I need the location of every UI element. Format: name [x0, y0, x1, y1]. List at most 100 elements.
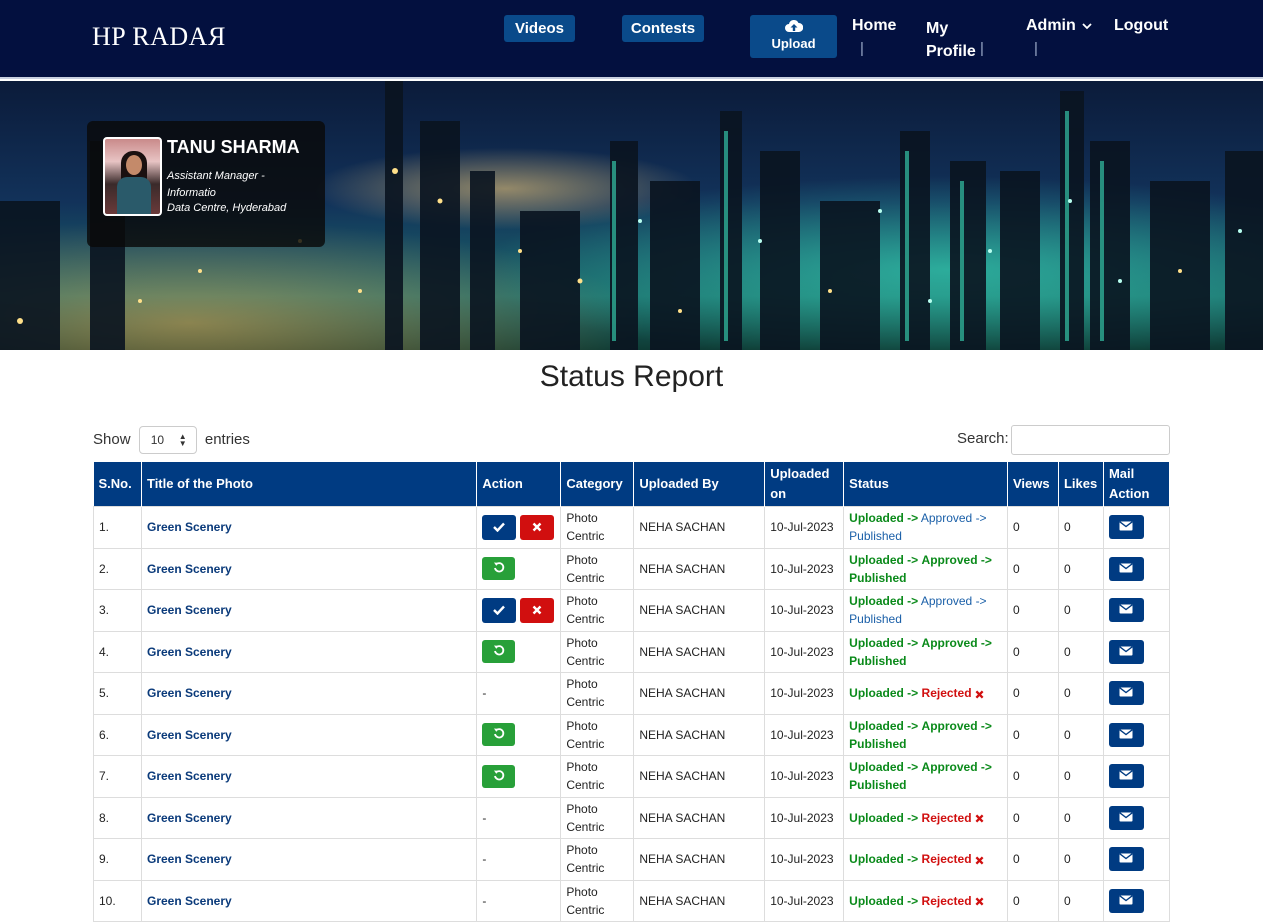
- header-mail-action[interactable]: Mail Action: [1103, 462, 1171, 507]
- revert-button[interactable]: [482, 764, 516, 788]
- search-input[interactable]: [1011, 425, 1170, 455]
- status-uploaded: Uploaded ->: [849, 686, 919, 701]
- envelope-icon: [1119, 561, 1134, 576]
- reject-button[interactable]: [519, 514, 554, 540]
- cell-mail-action: [1102, 506, 1171, 549]
- cell-sno: 10.: [93, 879, 142, 922]
- cell-sno: 8.: [93, 796, 142, 839]
- cell-status: Uploaded -> Approved -> Published: [843, 630, 1008, 673]
- check-icon: [493, 520, 506, 535]
- cell-uploaded-on: 10-Jul-2023: [764, 589, 845, 632]
- status-published: Published: [849, 529, 902, 544]
- times-icon: [975, 852, 984, 866]
- revert-button[interactable]: [482, 640, 516, 664]
- mail-button[interactable]: [1108, 847, 1144, 872]
- envelope-icon: [1119, 602, 1134, 617]
- profile-role: Assistant Manager - Informatio: [167, 170, 265, 199]
- admin-dropdown[interactable]: Admin: [1026, 17, 1092, 35]
- header-views[interactable]: Views: [1007, 462, 1059, 507]
- entries-select[interactable]: 10 ▲ ▼: [138, 426, 197, 455]
- mail-button[interactable]: [1108, 805, 1144, 830]
- photo-title-link[interactable]: Green Scenery: [147, 852, 232, 866]
- chevron-down-icon: [1082, 23, 1092, 30]
- revert-button[interactable]: [482, 557, 516, 581]
- cell-title: Green Scenery: [140, 755, 478, 798]
- my-profile-link[interactable]: My Profile: [926, 17, 978, 63]
- check-icon: [493, 603, 506, 618]
- cell-uploaded-on: 10-Jul-2023: [764, 672, 845, 715]
- mail-button[interactable]: [1108, 681, 1144, 706]
- mail-button[interactable]: [1108, 515, 1144, 540]
- table-row: 7. Green Scenery Photo Centric NEHA SACHAN 1…: [93, 755, 1171, 798]
- header-likes[interactable]: Likes: [1058, 462, 1104, 507]
- envelope-icon: [1119, 810, 1134, 825]
- cell-action: -: [476, 838, 562, 881]
- cell-views: 0: [1006, 506, 1059, 549]
- photo-title-link[interactable]: Green Scenery: [147, 603, 232, 617]
- banner-image: TANU SHARMA Assistant Manager - Informat…: [0, 81, 1263, 350]
- photo-title-link[interactable]: Green Scenery: [147, 728, 232, 742]
- mail-button[interactable]: [1108, 598, 1144, 623]
- cell-uploaded-by: NEHA SACHAN: [633, 630, 766, 673]
- status-approved: Approved ->: [921, 718, 992, 733]
- header-title[interactable]: Title of the Photo: [141, 462, 478, 507]
- approve-button[interactable]: [482, 597, 517, 623]
- header-status[interactable]: Status: [843, 462, 1008, 507]
- admin-label: Admin: [1026, 17, 1076, 34]
- search-label: Search:: [957, 430, 1009, 447]
- header-uploaded-on[interactable]: Uploaded on: [764, 462, 845, 507]
- cell-action: -: [476, 672, 562, 715]
- status-rejected: Rejected: [921, 810, 972, 825]
- revert-button[interactable]: [482, 723, 516, 747]
- cell-uploaded-by: NEHA SACHAN: [633, 672, 766, 715]
- photo-title-link[interactable]: Green Scenery: [147, 686, 232, 700]
- avatar[interactable]: [103, 137, 162, 216]
- cell-title: Green Scenery: [140, 506, 478, 549]
- photo-title-link[interactable]: Green Scenery: [147, 894, 232, 908]
- logout-link[interactable]: Logout: [1114, 17, 1168, 35]
- cell-likes: 0: [1057, 755, 1104, 798]
- videos-button[interactable]: Videos: [504, 15, 575, 42]
- photo-title-link[interactable]: Green Scenery: [147, 645, 232, 659]
- cell-mail-action: [1102, 672, 1171, 715]
- cell-status: Uploaded -> Approved -> Published: [843, 589, 1008, 632]
- contests-button[interactable]: Contests: [622, 15, 704, 42]
- no-action-text: -: [482, 893, 487, 908]
- status-published: Published: [849, 653, 907, 668]
- envelope-icon: [1119, 644, 1134, 659]
- times-icon: [975, 811, 984, 825]
- photo-title-link[interactable]: Green Scenery: [147, 811, 232, 825]
- header-action[interactable]: Action: [476, 462, 562, 507]
- mail-button[interactable]: [1108, 556, 1144, 581]
- my-profile-label: My Profile: [926, 20, 976, 60]
- upload-button[interactable]: Upload: [750, 15, 837, 58]
- cell-likes: 0: [1057, 547, 1104, 590]
- cell-mail-action: [1102, 547, 1171, 590]
- cell-category: Photo Centric: [560, 796, 635, 839]
- home-link[interactable]: Home: [852, 17, 896, 35]
- status-approved: Approved ->: [921, 760, 992, 775]
- brand-logo[interactable]: HP RADAЯ: [92, 22, 226, 52]
- photo-title-link[interactable]: Green Scenery: [147, 562, 232, 576]
- page-title: Status Report: [539, 360, 724, 393]
- mail-button[interactable]: [1108, 639, 1144, 664]
- entries-label: entries: [204, 431, 250, 448]
- mail-button[interactable]: [1108, 722, 1144, 747]
- status-approved: Approved ->: [920, 511, 987, 526]
- table-row: 10. Green Scenery - Photo Centric NEHA SACHA…: [93, 879, 1171, 922]
- photo-title-link[interactable]: Green Scenery: [147, 769, 232, 783]
- cell-views: 0: [1006, 589, 1059, 632]
- approve-button[interactable]: [482, 514, 517, 540]
- header-sno[interactable]: S.No.: [93, 462, 142, 507]
- cell-uploaded-on: 10-Jul-2023: [764, 879, 845, 922]
- photo-title-link[interactable]: Green Scenery: [147, 520, 232, 534]
- mail-button[interactable]: [1108, 764, 1144, 789]
- mail-button[interactable]: [1108, 888, 1144, 913]
- header-uploaded-by[interactable]: Uploaded By: [633, 462, 766, 507]
- show-label: Show: [93, 431, 131, 448]
- cell-uploaded-on: 10-Jul-2023: [764, 547, 845, 590]
- profile-location: Data Centre, Hyderabad: [167, 202, 287, 214]
- header-category[interactable]: Category: [560, 462, 635, 507]
- reject-button[interactable]: [519, 597, 554, 623]
- cell-uploaded-by: NEHA SACHAN: [633, 713, 766, 756]
